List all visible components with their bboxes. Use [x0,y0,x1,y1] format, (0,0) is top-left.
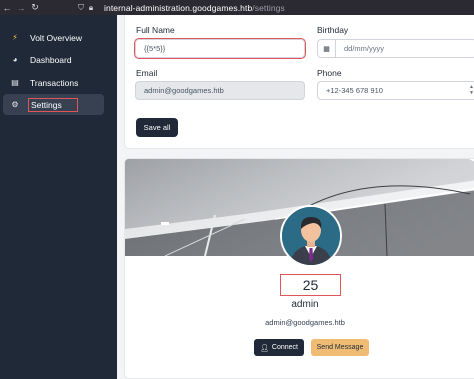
sidebar-item-dashboard[interactable]: ◕ Dashboard [3,49,104,70]
email-value: admin@goodgames.htb [144,86,224,95]
full-name-input[interactable]: {{5*5}} [134,38,306,59]
number-spinner[interactable]: ▲ ▼ [469,84,474,96]
sidebar-item-settings[interactable]: ⚙︎ Settings [3,94,104,115]
phone-label: Phone [317,68,342,78]
email-field: admin@goodgames.htb [135,81,305,100]
back-icon[interactable]: ← [0,3,14,13]
lock-icon: 🔒︎ [88,2,94,12]
full-name-value: {{5*5}} [144,44,166,53]
general-info-card: Full Name {{5*5}} Birthday ▦ dd/mm/yyyy … [124,15,474,149]
birthday-placeholder: dd/mm/yyyy [344,44,385,53]
shield-icon: ⛉ [78,2,84,12]
profile-name: admin [291,299,319,310]
calendar-icon: ▦ [318,40,336,57]
injected-result-box: 25 [280,274,341,296]
birthday-label: Birthday [317,25,349,35]
phone-input[interactable]: +12-345 678 910 ▲ ▼ [317,81,474,100]
sidebar-item-volt-overview[interactable]: ⚡︎ Volt Overview [3,27,104,48]
address-bar[interactable]: ⛉ 🔒︎ internal-administration.goodgames.h… [76,3,285,13]
sidebar-item-transactions[interactable]: ▤ Transactions [3,72,104,93]
profile-card: 25 admin admin@goodgames.htb 👤︎ Connect … [124,158,474,379]
connect-button[interactable]: 👤︎ Connect [254,339,304,356]
pie-chart-icon: ◕ [12,55,18,64]
forward-icon[interactable]: → [14,3,28,13]
injected-result-value: 25 [302,277,319,293]
birthday-input[interactable]: ▦ dd/mm/yyyy [317,39,474,58]
sidebar-item-label: Transactions [30,77,79,88]
send-message-button[interactable]: Send Message [311,339,369,356]
profile-email: admin@goodgames.htb [265,318,345,327]
connect-label: Connect [271,344,298,351]
phone-value: +12-345 678 910 [326,86,383,95]
email-label: Email [136,68,158,78]
url-host: internal-administration.goodgames.htb [104,2,253,13]
sidebar-item-label: Dashboard [30,54,72,65]
browser-toolbar: ← → ↻ ⛉ 🔒︎ internal-administration.goodg… [0,0,474,15]
save-all-button[interactable]: Save all [136,118,178,137]
sidebar-item-label: Volt Overview [30,32,82,43]
gear-icon: ⚙︎ [11,100,19,109]
card-icon: ▤ [11,78,19,87]
sidebar: ⚡︎ Volt Overview ◕ Dashboard ▤ Transacti… [0,15,117,379]
user-plus-icon: 👤︎ [260,344,269,352]
reload-icon[interactable]: ↻ [28,2,42,13]
avatar [280,205,342,267]
sidebar-item-label: Settings [28,97,78,112]
full-name-label: Full Name [136,25,175,35]
url-text[interactable]: internal-administration.goodgames.htb/se… [104,3,285,13]
lightning-icon: ⚡︎ [12,33,18,42]
url-path: /settings [252,2,285,13]
